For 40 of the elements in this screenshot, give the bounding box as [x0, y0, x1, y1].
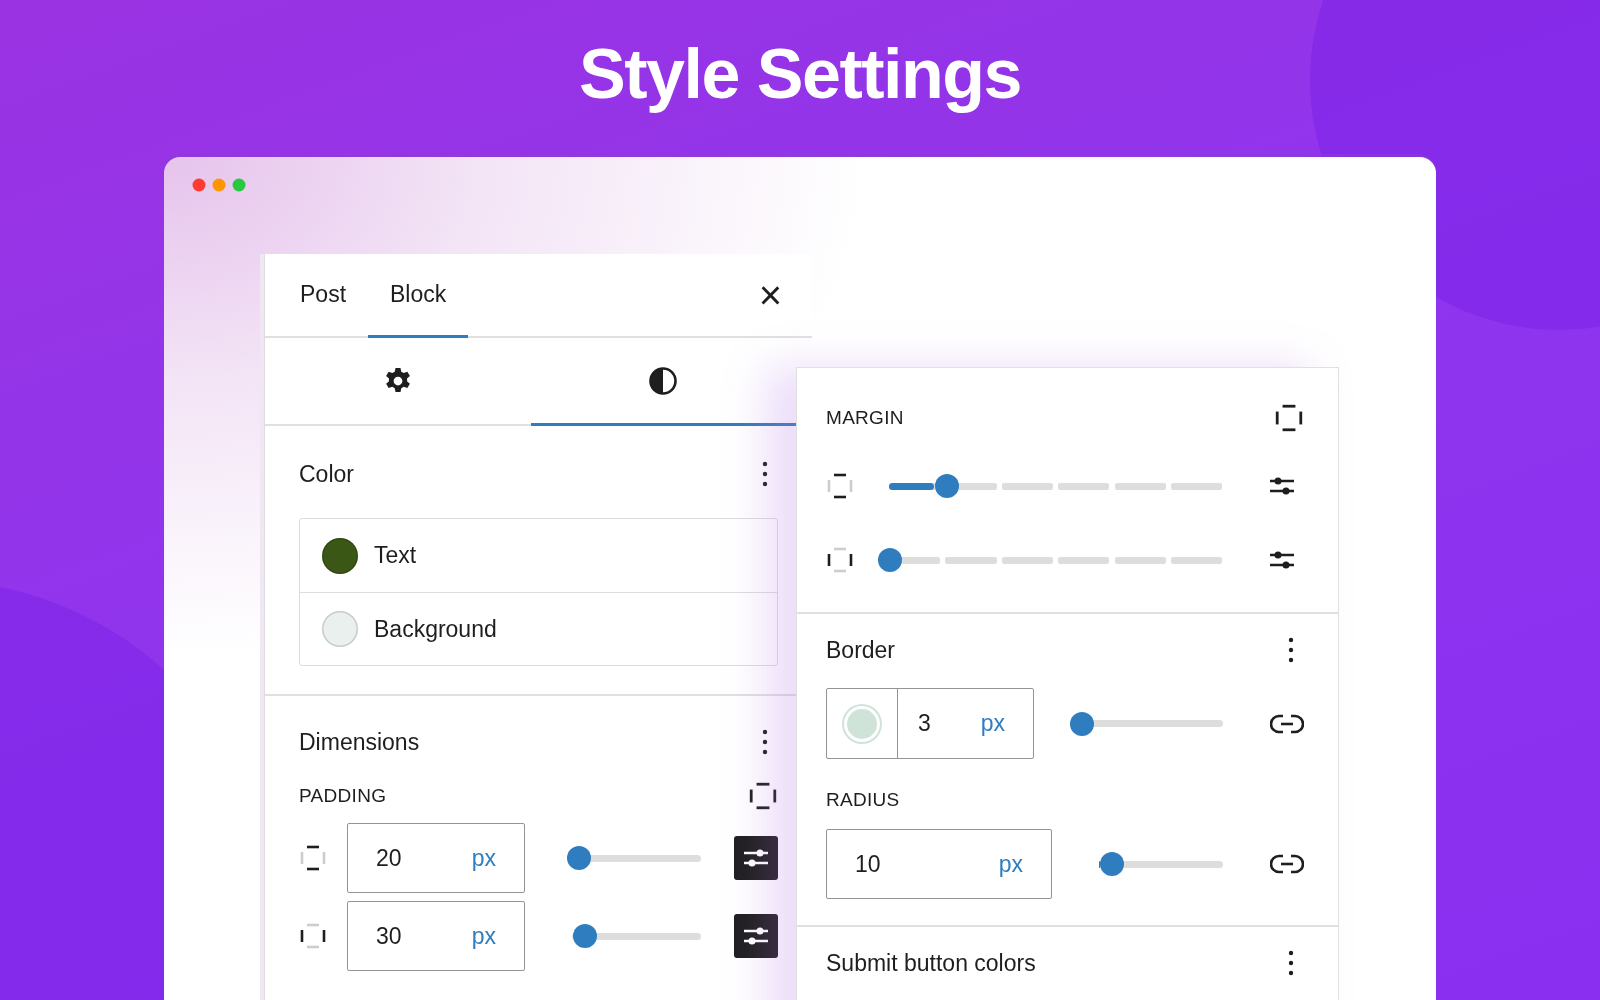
- padding-input[interactable]: 30 px: [347, 901, 525, 971]
- border-input[interactable]: 3 px: [826, 688, 1034, 759]
- link-icon[interactable]: [1270, 712, 1304, 735]
- section-title: Color: [299, 460, 354, 488]
- radius-input[interactable]: 10 px: [826, 829, 1052, 899]
- padding-input[interactable]: 20 px: [347, 823, 525, 893]
- horizontal-sides-icon: [299, 922, 327, 950]
- horizontal-sides-icon: [826, 546, 854, 574]
- padding-label: PADDING: [299, 785, 387, 807]
- slider-thumb[interactable]: [878, 548, 902, 572]
- slider-thumb[interactable]: [567, 846, 592, 870]
- margin-label: MARGIN: [826, 407, 904, 429]
- vertical-sides-icon: [299, 844, 327, 872]
- slider-thumb[interactable]: [572, 924, 597, 948]
- section-title: Dimensions: [299, 728, 420, 756]
- more-options-icon[interactable]: [762, 461, 768, 487]
- slider-thumb[interactable]: [1070, 711, 1094, 736]
- section-title: Border: [826, 636, 896, 664]
- color-option[interactable]: Background: [300, 592, 777, 665]
- more-options-icon[interactable]: [762, 729, 768, 755]
- custom-values-button[interactable]: [734, 836, 778, 880]
- slider-fill: [889, 482, 935, 490]
- all-sides-icon: [1274, 403, 1304, 433]
- link-icon[interactable]: [1270, 853, 1304, 875]
- section-title: Submit button colors: [826, 949, 1036, 977]
- all-sides-icon: [748, 781, 778, 811]
- sidebar-tab[interactable]: Block: [368, 254, 469, 338]
- window-controls-icon[interactable]: [192, 178, 246, 192]
- close-button[interactable]: ×: [758, 254, 782, 336]
- custom-values-button[interactable]: [734, 914, 778, 958]
- slider-thumb[interactable]: [935, 474, 960, 498]
- vertical-sides-icon: [826, 472, 854, 500]
- sidebar-tab[interactable]: Post: [278, 254, 369, 338]
- slider-thumb[interactable]: [1100, 852, 1125, 876]
- radius-label: RADIUS: [826, 789, 901, 811]
- more-options-icon[interactable]: [1288, 637, 1294, 663]
- page-headline: Style Settings: [578, 34, 1022, 115]
- more-options-icon[interactable]: [1288, 950, 1294, 976]
- color-option[interactable]: Text: [300, 519, 777, 592]
- contrast-icon: [648, 365, 679, 396]
